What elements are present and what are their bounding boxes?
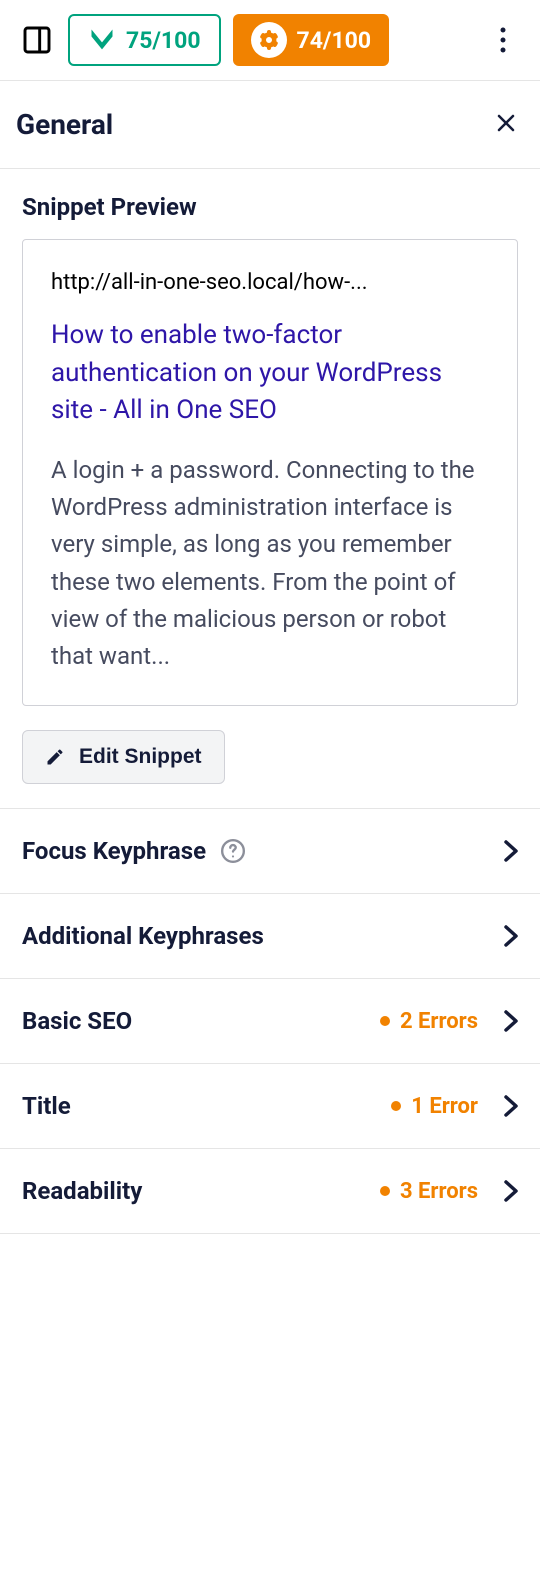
help-icon[interactable] xyxy=(220,838,246,864)
section-title: General xyxy=(16,108,113,141)
accordion-label: Additional Keyphrases xyxy=(22,922,264,950)
panel-icon xyxy=(21,24,53,56)
seo-logo-icon xyxy=(88,26,116,54)
accordion-left: Basic SEO xyxy=(22,1007,132,1035)
accordion-right xyxy=(504,925,518,947)
edit-snippet-label: Edit Snippet xyxy=(79,745,202,769)
accordion-item-readability[interactable]: Readability 3 Errors xyxy=(0,1149,540,1234)
panel-body: Snippet Preview http://all-in-one-seo.lo… xyxy=(0,169,540,808)
chevron-right-icon xyxy=(504,840,518,862)
accordion-right: 1 Error xyxy=(391,1094,518,1119)
chevron-right-icon xyxy=(504,925,518,947)
kebab-icon xyxy=(500,27,506,53)
pencil-icon xyxy=(45,747,65,767)
gear-icon xyxy=(257,28,281,52)
error-badge: 1 Error xyxy=(391,1094,478,1119)
error-count: 3 Errors xyxy=(400,1179,478,1204)
accordion-left: Focus Keyphrase xyxy=(22,837,246,865)
error-dot-icon xyxy=(380,1186,390,1196)
edit-snippet-button[interactable]: Edit Snippet xyxy=(22,730,225,784)
accordion-label: Focus Keyphrase xyxy=(22,837,206,865)
close-icon xyxy=(494,111,518,135)
seo-score-value: 75/100 xyxy=(126,27,201,54)
accordion: Focus Keyphrase Additional Keyphrases Ba… xyxy=(0,808,540,1234)
accordion-right: 3 Errors xyxy=(380,1179,518,1204)
snippet-url: http://all-in-one-seo.local/how-... xyxy=(51,270,489,295)
error-badge: 3 Errors xyxy=(380,1179,478,1204)
accordion-right: 2 Errors xyxy=(380,1009,518,1034)
error-badge: 2 Errors xyxy=(380,1009,478,1034)
error-count: 1 Error xyxy=(411,1094,478,1119)
chevron-right-icon xyxy=(504,1010,518,1032)
error-count: 2 Errors xyxy=(400,1009,478,1034)
accordion-left: Readability xyxy=(22,1177,142,1205)
chevron-right-icon xyxy=(504,1095,518,1117)
snippet-preview-box: http://all-in-one-seo.local/how-... How … xyxy=(22,239,518,706)
chevron-right-icon xyxy=(504,1180,518,1202)
error-dot-icon xyxy=(380,1016,390,1026)
accordion-label: Title xyxy=(22,1092,71,1120)
readability-score-badge[interactable]: 74/100 xyxy=(233,14,390,66)
more-options-button[interactable] xyxy=(484,21,522,59)
topbar: 75/100 74/100 xyxy=(0,0,540,81)
seo-score-badge[interactable]: 75/100 xyxy=(68,14,221,66)
snippet-title: How to enable two-factor authentication … xyxy=(51,317,489,430)
accordion-item-focus-keyphrase[interactable]: Focus Keyphrase xyxy=(0,809,540,894)
snippet-preview-heading: Snippet Preview xyxy=(22,193,518,221)
snippet-description: A login + a password. Connecting to the … xyxy=(51,452,489,675)
gear-circle xyxy=(251,22,287,58)
accordion-left: Additional Keyphrases xyxy=(22,922,264,950)
accordion-label: Basic SEO xyxy=(22,1007,132,1035)
accordion-item-title[interactable]: Title 1 Error xyxy=(0,1064,540,1149)
readability-score-value: 74/100 xyxy=(297,27,372,54)
accordion-item-basic-seo[interactable]: Basic SEO 2 Errors xyxy=(0,979,540,1064)
accordion-label: Readability xyxy=(22,1177,142,1205)
accordion-left: Title xyxy=(22,1092,71,1120)
accordion-item-additional-keyphrases[interactable]: Additional Keyphrases xyxy=(0,894,540,979)
section-header: General xyxy=(0,81,540,169)
close-panel-button[interactable] xyxy=(488,105,524,144)
accordion-right xyxy=(504,840,518,862)
sidebar-toggle-button[interactable] xyxy=(18,21,56,59)
error-dot-icon xyxy=(391,1101,401,1111)
